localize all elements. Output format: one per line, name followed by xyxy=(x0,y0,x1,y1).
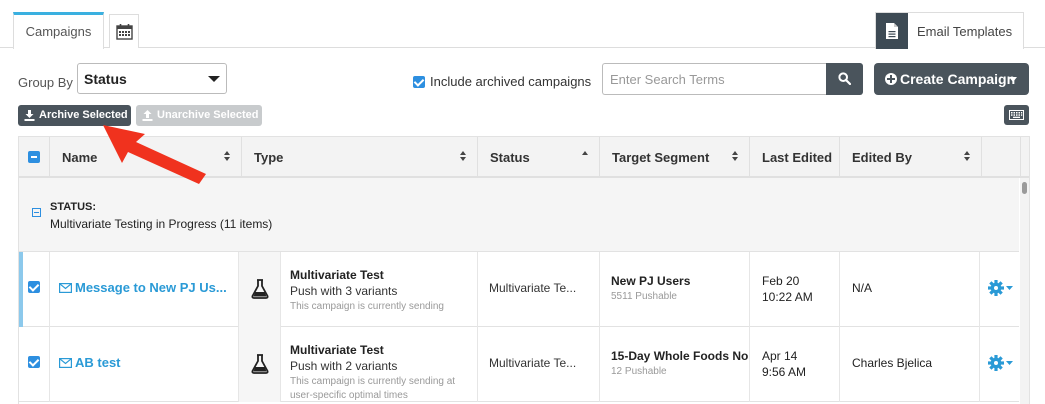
edited-by: Charles Bjelica xyxy=(852,356,933,370)
campaign-name: AB test xyxy=(75,355,121,370)
keyboard-shortcuts-button[interactable] xyxy=(1004,105,1029,125)
sort-icon xyxy=(224,151,231,163)
column-label: Last Edited xyxy=(762,150,833,165)
last-edited: Apr 14 9:56 AM xyxy=(762,348,806,380)
select-all-checkbox[interactable] xyxy=(28,151,40,163)
segment-name: New PJ Users xyxy=(611,274,691,288)
type-title: Multivariate Test xyxy=(290,343,384,357)
column-header-last-edited[interactable]: Last Edited xyxy=(750,137,840,176)
plus-circle-icon xyxy=(885,73,897,85)
type-title: Multivariate Test xyxy=(290,268,384,282)
column-label: Name xyxy=(62,150,98,165)
keyboard-icon xyxy=(1009,110,1024,120)
envelope-icon xyxy=(59,358,73,369)
archive-selected-label: Archive Selected xyxy=(39,109,128,121)
group-title: STATUS: xyxy=(50,201,97,213)
column-header-edited-by[interactable]: Edited By xyxy=(840,137,982,176)
gear-menu-icon[interactable] xyxy=(988,354,1016,372)
tab-bar: Campaigns Email Templates xyxy=(0,0,1045,49)
caret-down-icon xyxy=(208,76,220,82)
column-header-actions xyxy=(982,137,1021,176)
search-input[interactable]: Enter Search Terms xyxy=(602,63,826,95)
sort-icon xyxy=(732,151,739,163)
tab-calendar[interactable] xyxy=(109,14,139,48)
type-note: This campaign is currently sending xyxy=(290,301,444,312)
collapse-group-toggle[interactable] xyxy=(32,208,41,217)
flask-icon xyxy=(251,354,269,374)
column-label: Status xyxy=(490,150,530,165)
last-edited-date: Feb 20 xyxy=(762,274,800,288)
type-note: This campaign is currently sending at us… xyxy=(290,376,456,401)
group-by-select[interactable]: Status xyxy=(77,63,227,94)
search-button[interactable] xyxy=(826,63,863,95)
calendar-icon xyxy=(116,24,133,40)
type-subtitle: Push with 3 variants xyxy=(290,284,398,298)
sort-icon xyxy=(964,151,971,163)
group-by-value: Status xyxy=(84,71,127,87)
table-row: AB test Multivariate Test Push with 2 va… xyxy=(19,327,1019,402)
campaigns-page: Campaigns Email Templates Group By Statu… xyxy=(0,0,1045,404)
segment-name: 15-Day Whole Foods No xyxy=(611,349,748,363)
last-edited-time: 9:56 AM xyxy=(762,365,807,379)
create-campaign-button[interactable]: Create Campaign xyxy=(874,63,1029,95)
campaign-name: Message to New PJ Us... xyxy=(75,280,227,295)
envelope-icon xyxy=(59,283,73,294)
annotation-arrow xyxy=(103,125,206,184)
status-text: Multivariate Te... xyxy=(489,281,577,295)
last-edited: Feb 20 10:22 AM xyxy=(762,273,813,305)
column-label: Edited By xyxy=(852,150,912,165)
column-header-target-segment[interactable]: Target Segment xyxy=(600,137,750,176)
last-edited-date: Apr 14 xyxy=(762,349,798,363)
column-label: Target Segment xyxy=(612,150,710,165)
flask-icon xyxy=(251,279,269,299)
tab-campaigns[interactable]: Campaigns xyxy=(13,12,104,49)
column-label: Type xyxy=(254,150,284,165)
row-checkbox[interactable] xyxy=(28,356,40,368)
column-header-status[interactable]: Status xyxy=(478,137,600,176)
type-icon-cell xyxy=(239,252,281,327)
email-templates-button[interactable]: Email Templates xyxy=(875,12,1024,49)
include-archived-label[interactable]: Include archived campaigns xyxy=(430,74,591,89)
edited-by: N/A xyxy=(852,281,873,295)
unarchive-selected-label: Unarchive Selected xyxy=(157,109,259,121)
group-subtitle: Multivariate Testing in Progress (11 ite… xyxy=(50,217,273,231)
scrollbar-thumb[interactable] xyxy=(1022,182,1027,194)
search-icon xyxy=(838,72,851,85)
last-edited-time: 10:22 AM xyxy=(762,290,813,304)
select-all-header xyxy=(19,137,50,176)
column-header-type[interactable]: Type xyxy=(242,137,478,176)
download-icon xyxy=(24,110,35,121)
group-row: STATUS: Multivariate Testing in Progress… xyxy=(19,178,1019,252)
sort-icon xyxy=(460,151,467,163)
email-templates-label: Email Templates xyxy=(917,24,1013,39)
gear-menu-icon[interactable] xyxy=(988,279,1016,297)
document-icon xyxy=(876,13,908,49)
create-campaign-label: Create Campaign xyxy=(900,71,1016,87)
vertical-scrollbar[interactable] xyxy=(1020,178,1029,404)
include-archived-checkbox[interactable] xyxy=(413,76,425,88)
segment-cell xyxy=(600,327,750,402)
campaign-name-link[interactable]: AB test xyxy=(59,355,121,370)
upload-icon xyxy=(142,110,153,121)
sort-ascending-icon xyxy=(582,151,589,163)
row-checkbox[interactable] xyxy=(28,281,40,293)
status-text: Multivariate Te... xyxy=(489,356,577,370)
group-by-label: Group By xyxy=(18,75,73,90)
campaign-name-link[interactable]: Message to New PJ Us... xyxy=(59,280,227,295)
segment-pushable: 5511 Pushable xyxy=(611,291,677,302)
segment-cell xyxy=(600,252,750,327)
type-subtitle: Push with 2 variants xyxy=(290,359,398,373)
table-row: Message to New PJ Us... Multivariate Tes… xyxy=(19,252,1019,327)
type-icon-cell xyxy=(239,327,281,402)
segment-pushable: 12 Pushable xyxy=(611,366,667,377)
caret-down-icon xyxy=(1009,77,1017,82)
